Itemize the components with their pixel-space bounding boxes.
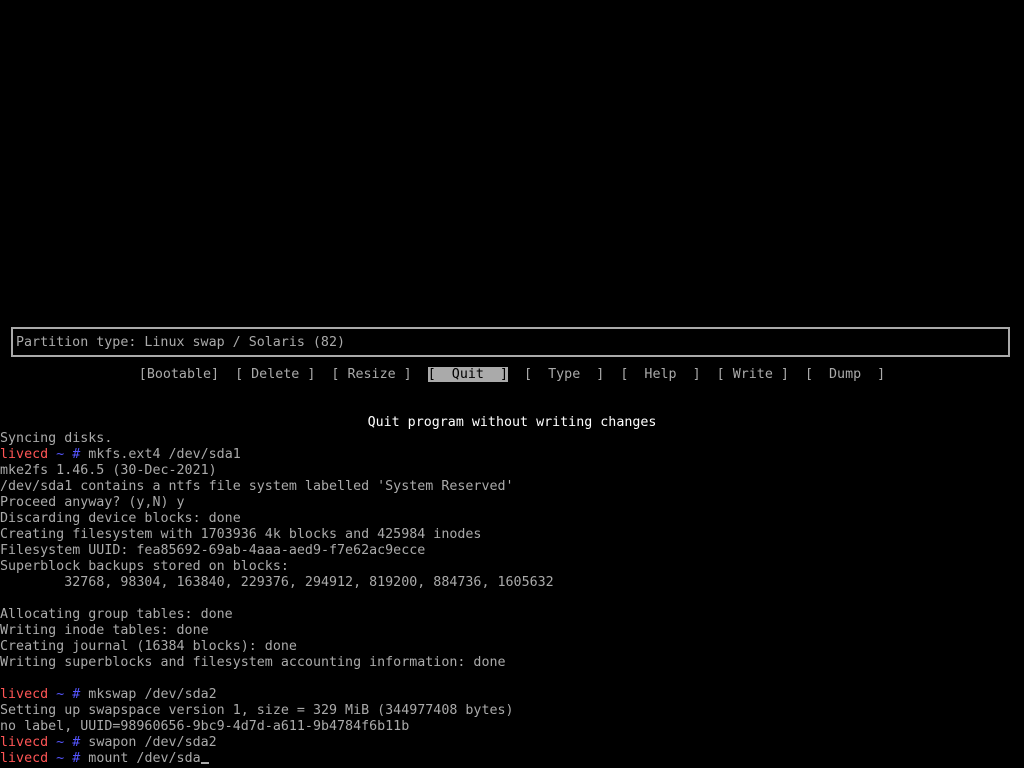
prompt-command: swapon /dev/sda2 [80, 735, 217, 750]
menu-item-dump[interactable]: [ Dump ] [805, 367, 885, 382]
terminal-output-line: Creating filesystem with 1703936 4k bloc… [0, 527, 482, 542]
prompt-cwd-symbol: ~ # [48, 447, 81, 462]
terminal-output-line: Syncing disks. [0, 431, 113, 446]
menu-item-write[interactable]: [ Write ] [717, 367, 789, 382]
terminal-output-line: Writing superblocks and filesystem accou… [0, 655, 506, 670]
menu-item-quit[interactable]: [ Quit ] [427, 367, 508, 382]
menu-item-bootable[interactable]: [Bootable] [139, 367, 219, 382]
terminal-output-line: mke2fs 1.46.5 (30-Dec-2021) [0, 463, 217, 478]
terminal-output-line: no label, UUID=98960656-9bc9-4d7d-a611-9… [0, 719, 410, 734]
terminal-output-line: Allocating group tables: done [0, 607, 233, 622]
menu-item-delete[interactable]: [ Delete ] [235, 367, 315, 382]
terminal-prompt-line: livecd ~ # swapon /dev/sda2 [0, 735, 217, 751]
terminal-output-line: Filesystem UUID: fea85692-69ab-4aaa-aed9… [0, 543, 426, 558]
prompt-hostname: livecd [0, 735, 49, 750]
cfdisk-menu-bar: [Bootable] [ Delete ] [ Resize ] [ Quit … [0, 367, 1024, 383]
terminal-output-line: Proceed anyway? (y,N) y [0, 495, 185, 510]
menu-hint-text: Quit program without writing changes [367, 415, 657, 430]
terminal-output-line: 32768, 98304, 163840, 229376, 294912, 81… [0, 575, 554, 590]
menu-item-help[interactable]: [ Help ] [620, 367, 700, 382]
partition-type-text: Partition type: Linux swap / Solaris (82… [16, 335, 345, 350]
prompt-hostname: livecd [0, 447, 49, 462]
terminal-output-line: Creating journal (16384 blocks): done [0, 639, 297, 654]
text-cursor [200, 762, 209, 764]
terminal-output-line: Superblock backups stored on blocks: [0, 559, 289, 574]
prompt-cwd-symbol: ~ # [48, 751, 81, 766]
terminal-output-line: Setting up swapspace version 1, size = 3… [0, 703, 514, 718]
terminal-output-line: Discarding device blocks: done [0, 511, 241, 526]
terminal-prompt-line: livecd ~ # mkswap /dev/sda2 [0, 687, 217, 703]
terminal-prompt-line: livecd ~ # mount /dev/sda [0, 751, 209, 767]
terminal-output-line: Writing inode tables: done [0, 623, 209, 638]
terminal-prompt-line: livecd ~ # mkfs.ext4 /dev/sda1 [0, 447, 241, 463]
menu-item-resize[interactable]: [ Resize ] [331, 367, 411, 382]
prompt-command: mount /dev/sda [80, 751, 201, 766]
prompt-cwd-symbol: ~ # [48, 735, 81, 750]
prompt-command: mkswap /dev/sda2 [80, 687, 217, 702]
prompt-hostname: livecd [0, 751, 49, 766]
terminal-output-line: /dev/sda1 contains a ntfs file system la… [0, 479, 514, 494]
partition-type-box: Partition type: Linux swap / Solaris (82… [11, 327, 1010, 357]
prompt-command: mkfs.ext4 /dev/sda1 [80, 447, 241, 462]
prompt-cwd-symbol: ~ # [48, 687, 81, 702]
prompt-hostname: livecd [0, 687, 49, 702]
menu-item-type[interactable]: [ Type ] [524, 367, 604, 382]
